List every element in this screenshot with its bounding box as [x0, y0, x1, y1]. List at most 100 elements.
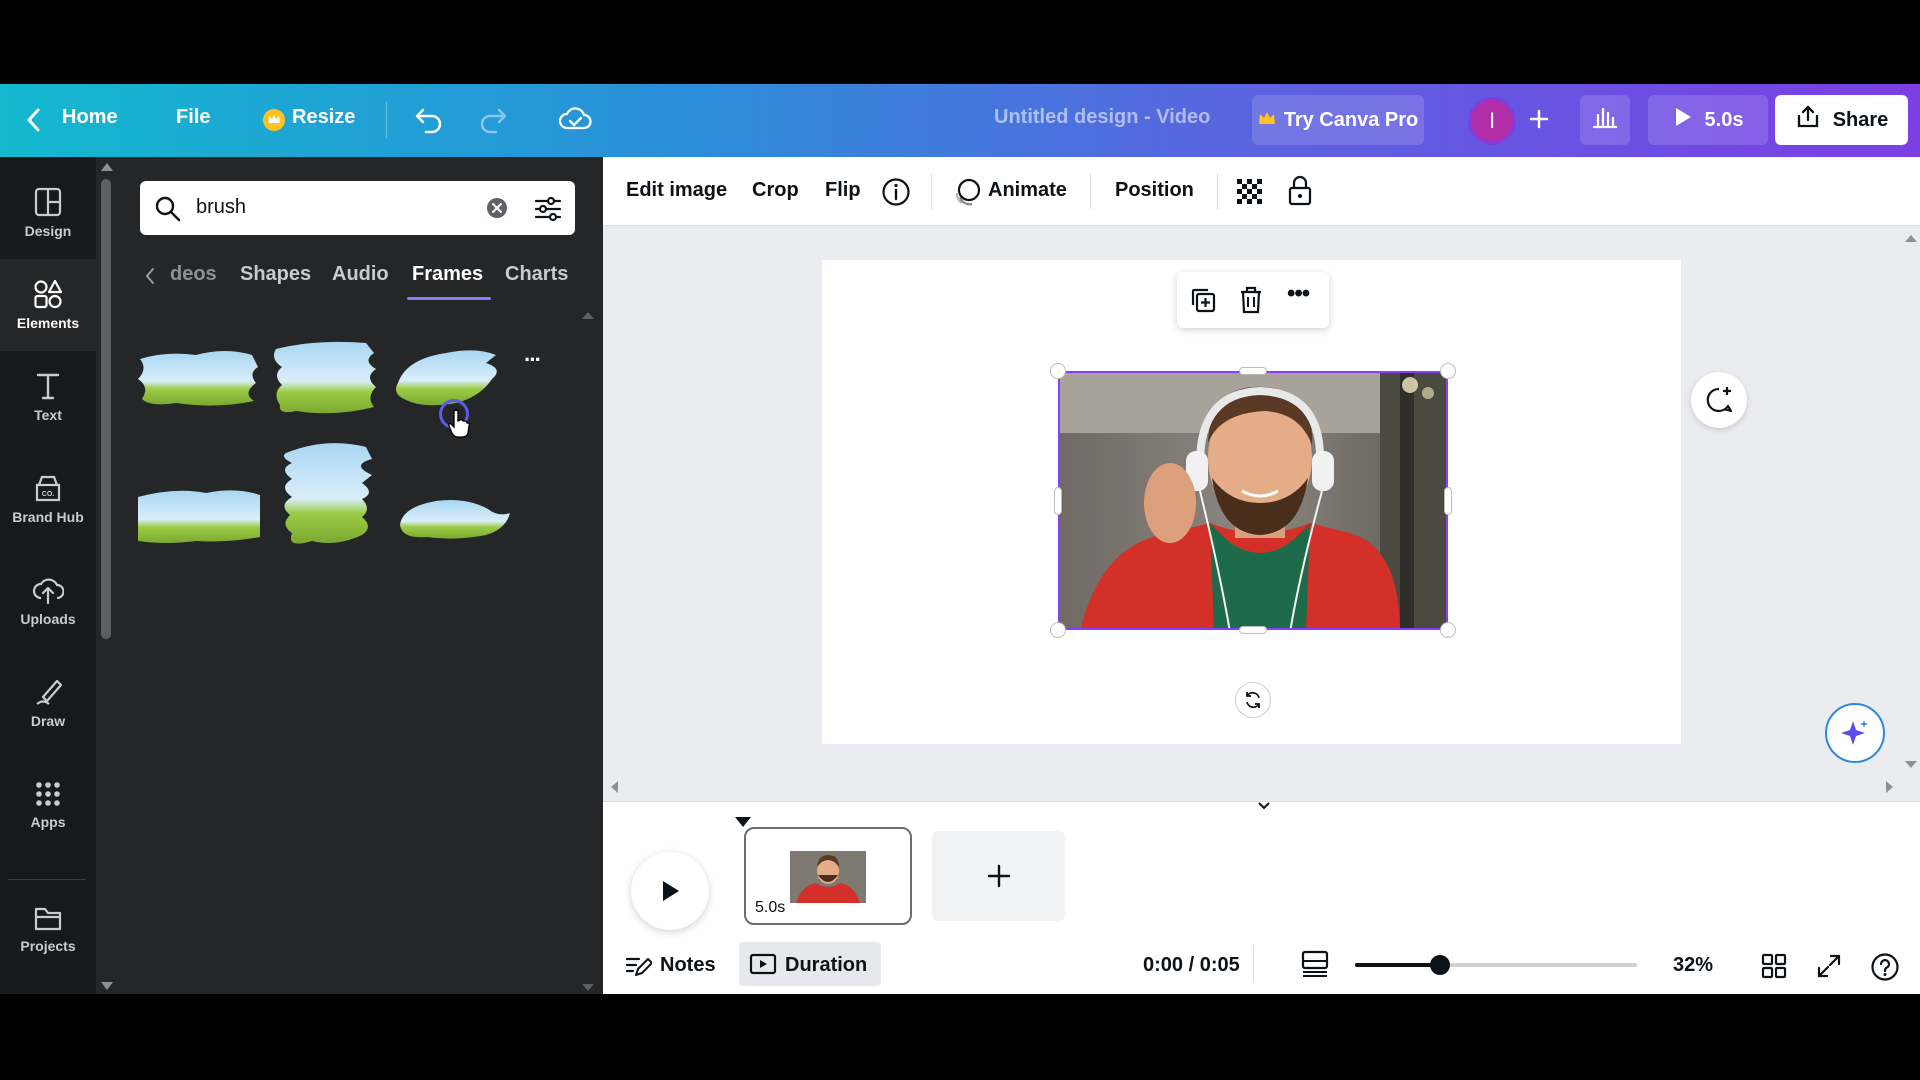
add-comment-button[interactable] — [1691, 372, 1747, 428]
rail-label: Brand Hub — [12, 509, 84, 525]
scroll-right-icon[interactable] — [1886, 781, 1893, 793]
duration-icon — [749, 953, 777, 980]
category-tab-videos[interactable]: deos — [170, 263, 217, 286]
animate-icon — [952, 177, 982, 212]
resize-handle[interactable] — [1440, 363, 1456, 379]
category-tab-charts[interactable]: Charts — [505, 263, 568, 286]
file-menu-button[interactable]: File — [176, 106, 210, 129]
resize-handle[interactable] — [1054, 487, 1062, 515]
flip-button[interactable]: Flip — [825, 179, 861, 202]
top-bar: Home File Resize Untitled design - Video… — [0, 84, 1920, 157]
scroll-up-icon[interactable] — [582, 312, 594, 319]
help-icon[interactable] — [1870, 952, 1900, 987]
share-button[interactable]: Share — [1775, 95, 1908, 145]
duration-button[interactable]: Duration — [739, 942, 881, 986]
filter-icon[interactable] — [534, 195, 562, 228]
chevron-down-icon[interactable] — [1255, 799, 1273, 817]
scrollbar-thumb[interactable] — [101, 179, 111, 639]
rail-item-design[interactable]: Design — [0, 167, 96, 259]
avatar[interactable]: I — [1468, 97, 1516, 145]
rail-label: Uploads — [20, 611, 76, 627]
timeline-view-icon[interactable] — [1301, 950, 1329, 983]
search-input[interactable]: brush — [196, 196, 246, 219]
rail-item-uploads[interactable]: Uploads — [0, 555, 96, 647]
chevron-left-icon[interactable] — [24, 106, 44, 139]
design-page[interactable]: ••• — [822, 260, 1681, 744]
clear-search-icon[interactable] — [486, 197, 508, 224]
brush-frame-6[interactable] — [400, 500, 510, 539]
cloud-saved-icon[interactable] — [558, 104, 592, 139]
scroll-left-icon[interactable] — [611, 781, 618, 793]
grid-view-icon[interactable] — [1761, 953, 1787, 984]
chevron-left-icon[interactable] — [144, 265, 156, 292]
scroll-down-icon[interactable] — [582, 984, 594, 991]
play-button[interactable] — [631, 852, 709, 930]
design-title[interactable]: Untitled design - Video — [994, 106, 1210, 129]
undo-icon[interactable] — [412, 104, 444, 139]
play-icon — [663, 881, 679, 901]
category-tab-frames[interactable]: Frames — [412, 263, 483, 286]
brush-frame-4[interactable] — [138, 490, 260, 543]
scroll-up-icon[interactable] — [101, 163, 113, 171]
search-icon — [154, 195, 182, 228]
more-options-icon[interactable]: ··· — [524, 347, 542, 373]
brush-frame-2[interactable] — [274, 341, 376, 414]
duplicate-icon[interactable] — [1189, 286, 1217, 319]
home-button[interactable]: Home — [62, 106, 118, 129]
more-options-icon[interactable]: ••• — [1287, 280, 1310, 308]
resize-handle[interactable] — [1444, 487, 1452, 515]
edit-image-button[interactable]: Edit image — [626, 179, 727, 202]
add-people-icon[interactable] — [1528, 106, 1550, 137]
category-tab-shapes[interactable]: Shapes — [240, 263, 311, 286]
selected-photo-frame[interactable] — [1058, 371, 1448, 630]
plus-icon — [987, 864, 1010, 888]
bar-chart-icon — [1591, 105, 1619, 135]
rail-item-draw[interactable]: Draw — [0, 657, 96, 749]
scroll-up-icon[interactable] — [1905, 235, 1917, 242]
rail-item-projects[interactable]: Projects — [0, 883, 96, 975]
timeline-clip[interactable]: 5.0s — [744, 827, 912, 925]
rail-item-elements[interactable]: Elements — [0, 259, 96, 351]
notes-button[interactable]: Notes — [660, 954, 716, 977]
add-page-button[interactable] — [932, 831, 1065, 921]
trash-icon[interactable] — [1238, 285, 1264, 320]
resize-button[interactable]: Resize — [292, 106, 355, 129]
animate-button[interactable]: Animate — [988, 179, 1067, 202]
rail-item-apps[interactable]: Apps — [0, 759, 96, 851]
rail-item-text[interactable]: Text — [0, 351, 96, 443]
position-button[interactable]: Position — [1115, 179, 1194, 202]
brush-frame-5[interactable] — [284, 443, 372, 544]
magic-assistant-button[interactable] — [1825, 703, 1885, 763]
scroll-down-icon[interactable] — [101, 982, 113, 990]
zoom-slider-track[interactable] — [1355, 955, 1637, 975]
resize-handle[interactable] — [1050, 363, 1066, 379]
crop-button[interactable]: Crop — [752, 179, 799, 202]
zoom-level[interactable]: 32% — [1673, 954, 1713, 977]
playhead[interactable] — [735, 817, 751, 827]
brush-frame-3[interactable] — [396, 350, 497, 406]
rail-item-brand-hub[interactable]: CO. Brand Hub — [0, 453, 96, 545]
fullscreen-icon[interactable] — [1816, 953, 1842, 984]
zoom-slider-thumb[interactable] — [1429, 955, 1450, 975]
transparency-icon[interactable] — [1237, 179, 1265, 212]
resize-handle[interactable] — [1239, 367, 1267, 375]
redo-icon[interactable] — [478, 104, 510, 139]
search-box[interactable]: brush — [140, 181, 575, 235]
brush-frame-1[interactable] — [138, 351, 258, 406]
resize-handle[interactable] — [1239, 626, 1267, 634]
info-icon[interactable] — [881, 177, 911, 212]
rotate-button[interactable] — [1235, 682, 1271, 718]
category-tab-audio[interactable]: Audio — [332, 263, 389, 286]
divider — [1253, 945, 1254, 981]
divider — [8, 879, 86, 880]
resize-handle[interactable] — [1440, 622, 1456, 638]
present-button[interactable]: 5.0s — [1648, 95, 1768, 145]
insights-button[interactable] — [1580, 95, 1630, 145]
element-floating-toolbar: ••• — [1177, 272, 1329, 328]
lock-icon[interactable] — [1287, 175, 1313, 212]
resize-handle[interactable] — [1050, 622, 1066, 638]
scroll-down-icon[interactable] — [1905, 761, 1917, 768]
rail-label: Elements — [16, 315, 80, 331]
try-canva-pro-button[interactable]: Try Canva Pro — [1252, 95, 1424, 145]
editor-workspace: Edit image Crop Flip Animate Position ••… — [603, 157, 1920, 994]
